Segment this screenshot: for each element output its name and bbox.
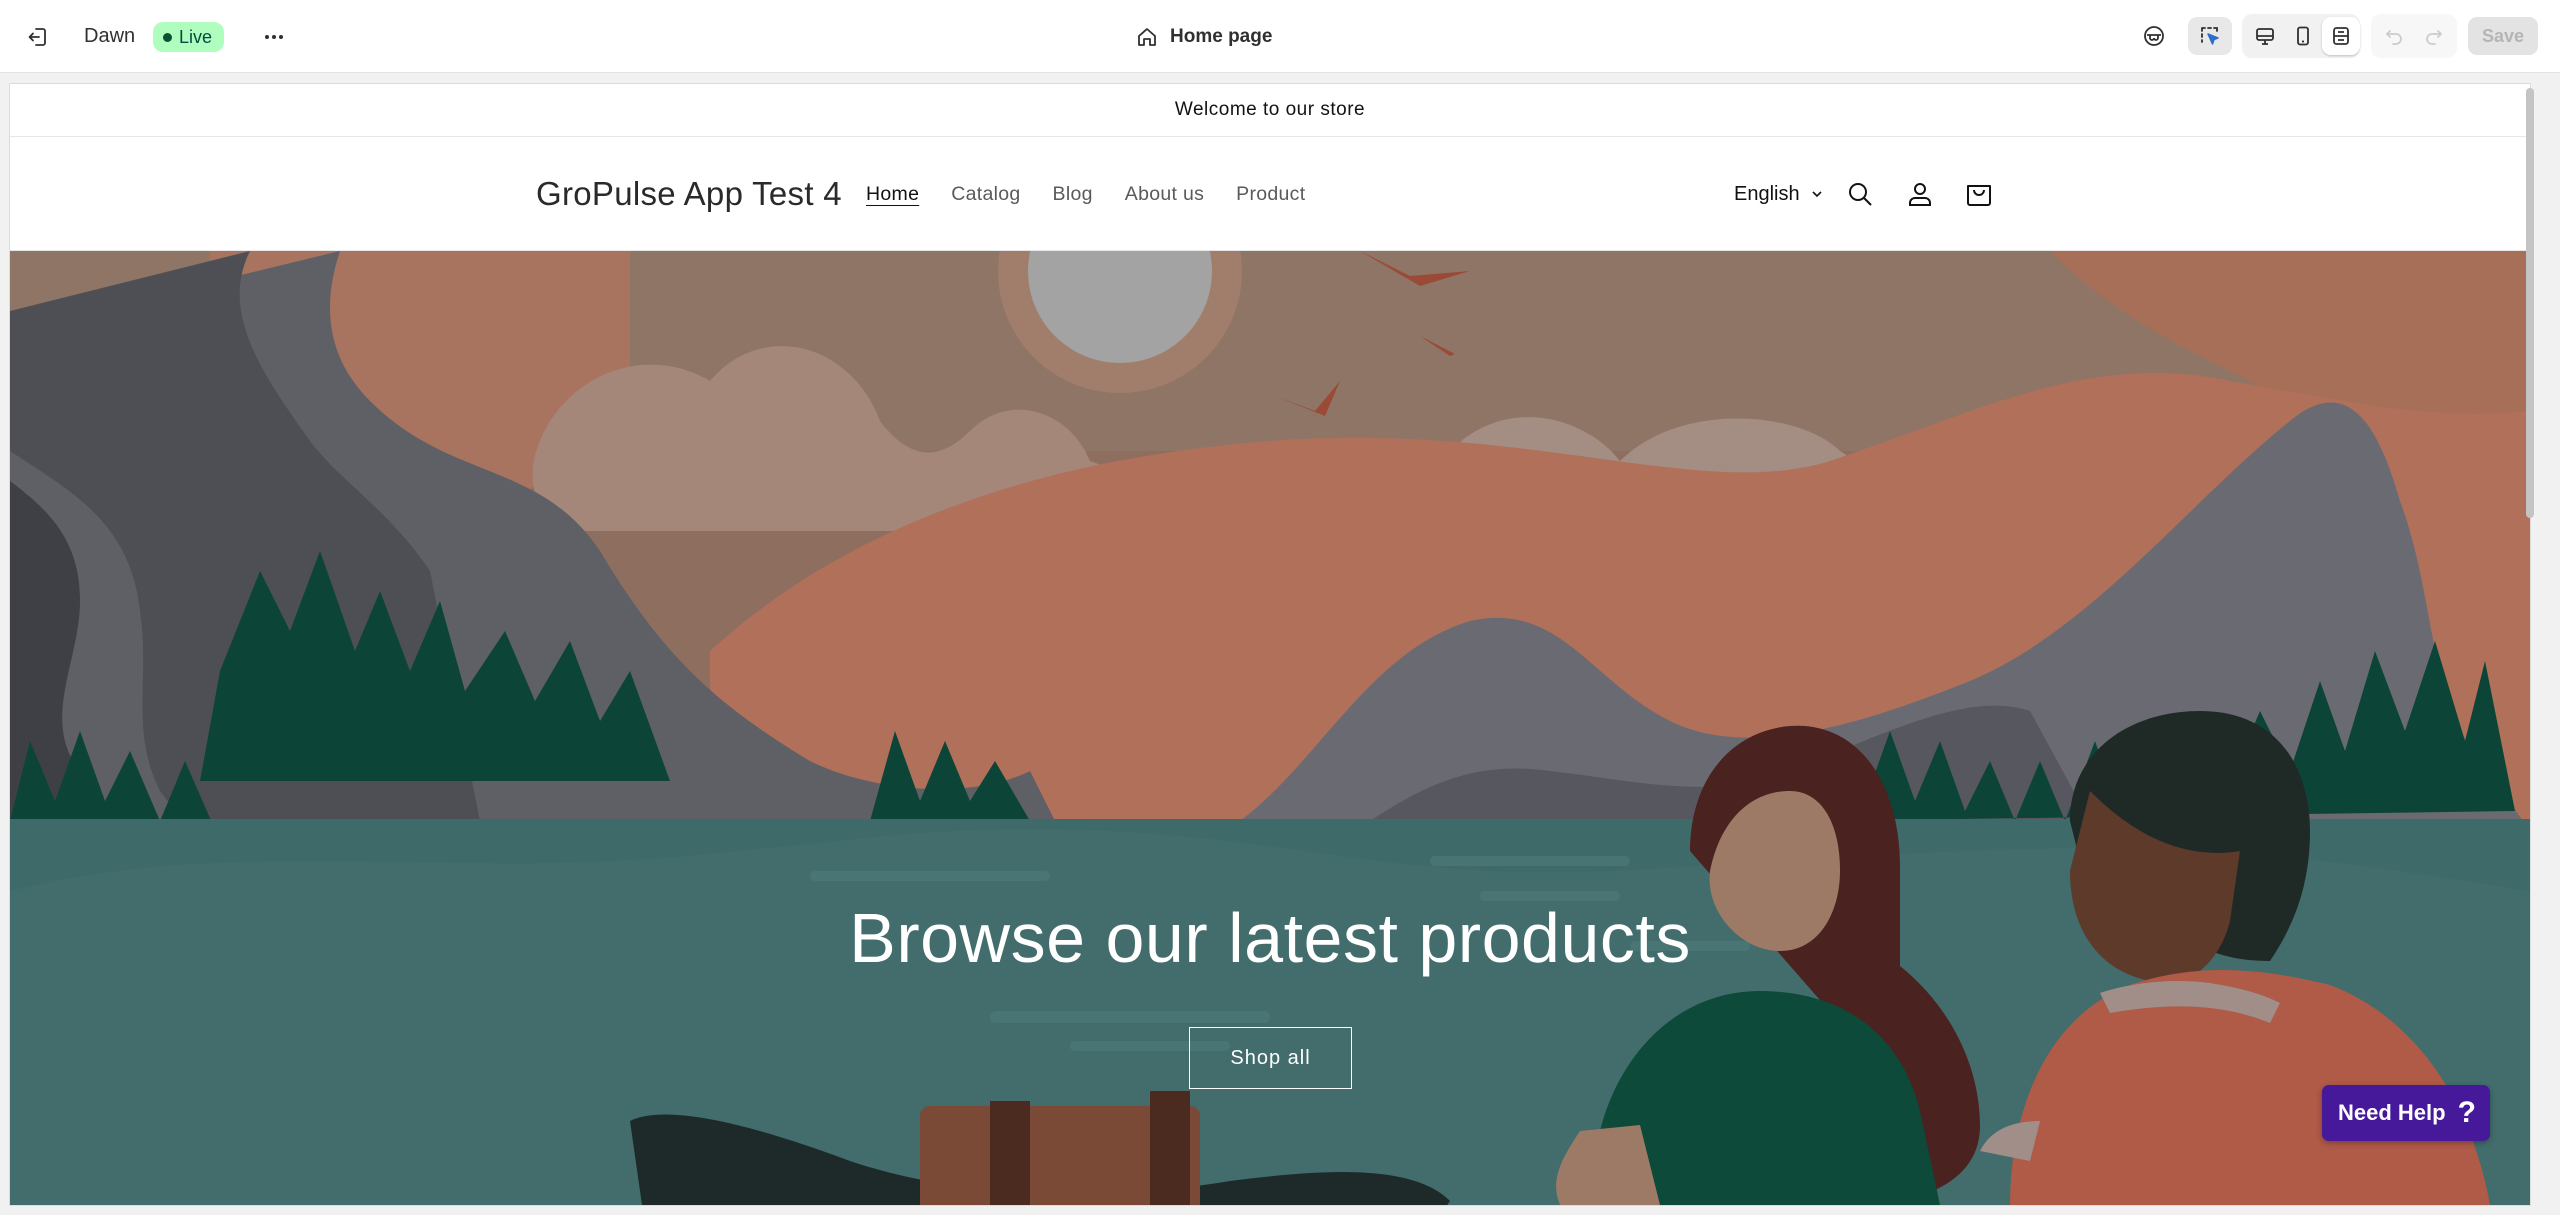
hero-title: Browse our latest products — [849, 899, 1691, 977]
preview-scrollbar[interactable] — [2526, 88, 2534, 518]
live-badge-label: Live — [179, 26, 213, 47]
need-help-widget[interactable]: Need Help ? — [2322, 1085, 2490, 1141]
hero-banner: Browse our latest products Shop all — [10, 251, 2530, 1205]
exit-button[interactable] — [20, 0, 56, 73]
inspector-icon — [2144, 26, 2164, 46]
device-preview-group — [2242, 14, 2360, 58]
fullscreen-icon — [2333, 27, 2349, 45]
account-button[interactable] — [1901, 175, 1939, 213]
store-nav: Home Catalog Blog About us Product — [866, 137, 1337, 251]
store-logo[interactable]: GroPulse App Test 4 — [536, 137, 842, 251]
live-status-badge: Live — [153, 22, 225, 52]
more-horizontal-icon — [265, 34, 283, 39]
select-element-button[interactable] — [2188, 17, 2232, 55]
mobile-icon — [2297, 26, 2309, 46]
question-mark-icon: ? — [2457, 1096, 2476, 1129]
nav-link-product[interactable]: Product — [1236, 183, 1305, 206]
account-icon — [1909, 183, 1931, 206]
live-dot-icon — [163, 32, 172, 42]
save-button[interactable]: Save — [2468, 17, 2538, 55]
history-group — [2371, 14, 2457, 58]
more-actions-button[interactable] — [256, 0, 292, 73]
theme-name: Dawn — [84, 25, 136, 47]
language-label: English — [1734, 182, 1800, 205]
page-selector[interactable]: Home page — [1136, 0, 1272, 73]
nav-link-blog[interactable]: Blog — [1053, 183, 1093, 206]
store-header: GroPulse App Test 4 Home Catalog Blog Ab… — [10, 137, 2530, 251]
cart-icon — [1967, 185, 1991, 206]
desktop-icon — [2256, 28, 2274, 45]
inspector-button[interactable] — [2135, 17, 2173, 55]
storefront-preview: Welcome to our store GroPulse App Test 4… — [10, 84, 2530, 1205]
select-cursor-icon — [2201, 27, 2219, 45]
editor-topbar: Dawn Live Home page Save — [0, 0, 2560, 73]
redo-icon — [2426, 30, 2443, 45]
nav-link-catalog[interactable]: Catalog — [951, 183, 1020, 206]
chevron-down-icon — [1812, 191, 1822, 198]
need-help-label: Need Help — [2338, 1100, 2446, 1125]
cart-button[interactable] — [1960, 175, 1998, 213]
search-button[interactable] — [1841, 175, 1879, 213]
exit-icon — [28, 27, 46, 46]
fullscreen-view-button[interactable] — [2322, 17, 2360, 55]
announcement-bar: Welcome to our store — [10, 84, 2530, 137]
nav-link-about-us[interactable]: About us — [1125, 183, 1204, 206]
redo-button[interactable] — [2415, 17, 2453, 55]
undo-icon — [2385, 30, 2402, 45]
undo-button[interactable] — [2375, 17, 2413, 55]
home-icon — [1138, 27, 1156, 46]
page-selector-label: Home page — [1170, 25, 1273, 47]
search-icon — [1849, 183, 1872, 206]
desktop-view-button[interactable] — [2246, 17, 2284, 55]
language-selector[interactable]: English — [1734, 137, 1824, 251]
nav-link-home[interactable]: Home — [866, 183, 919, 206]
mobile-view-button[interactable] — [2284, 17, 2322, 55]
shop-all-button[interactable]: Shop all — [1189, 1027, 1352, 1089]
